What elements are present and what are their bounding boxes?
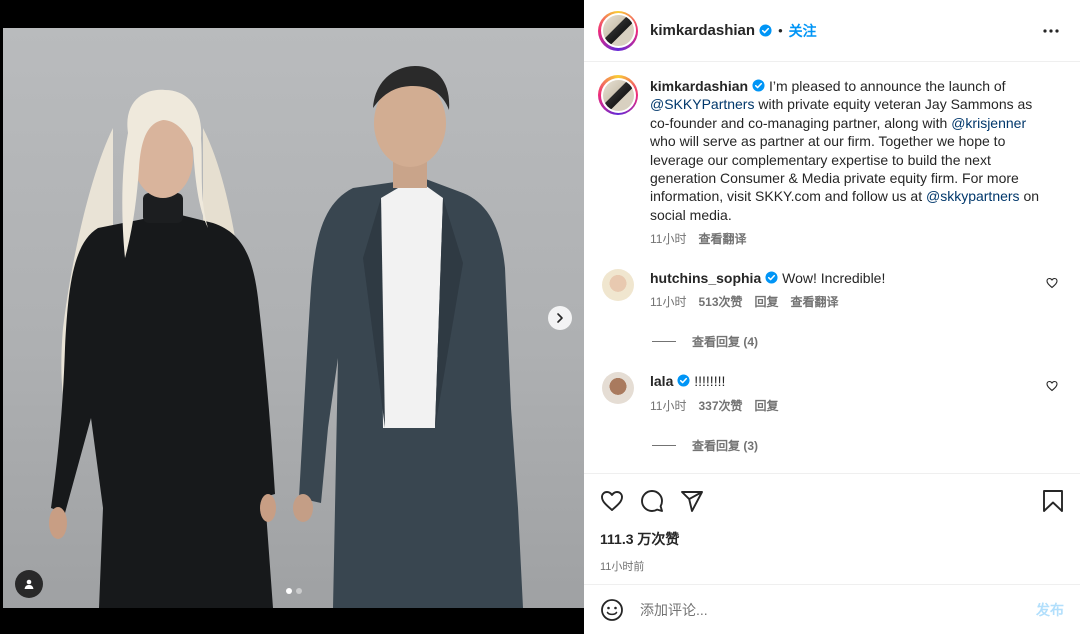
emoji-button[interactable] [600, 598, 624, 622]
comment-time: 11小时 [650, 398, 687, 413]
see-translation-button[interactable]: 查看翻译 [698, 230, 746, 248]
post-comment-button[interactable]: 发布 [1036, 600, 1064, 620]
post-actions: 111.3 万次赞 11小时前 [584, 473, 1080, 574]
author-avatar[interactable] [598, 10, 638, 51]
user-tag-icon [24, 579, 34, 589]
commenter-avatar[interactable] [602, 372, 634, 405]
caption: kimkardashian I’m pleased to announce th… [598, 75, 1066, 249]
chevron-right-icon [557, 313, 563, 323]
bookmark-icon [1043, 490, 1063, 512]
heart-icon [601, 491, 623, 511]
comment-likes[interactable]: 513次赞 [698, 293, 742, 311]
next-photo-button[interactable] [548, 306, 572, 330]
post-header: kimkardashian • 关注 [584, 0, 1080, 62]
post-detail-panel: kimkardashian • 关注 kimkardashian I’m ple… [584, 0, 1080, 634]
comment-item: hutchins_sophia Wow! Incredible! 11小时 51… [598, 268, 1066, 312]
replies-line [652, 445, 676, 447]
carousel-indicator [286, 588, 302, 594]
caption-author-avatar[interactable] [598, 75, 638, 115]
comment-like-heart-icon[interactable] [1046, 277, 1058, 289]
comment-button[interactable] [640, 489, 664, 513]
comment-like-heart-icon[interactable] [1046, 380, 1058, 392]
caption-time: 11小时 [650, 232, 687, 247]
commenter-username[interactable]: lala [650, 373, 673, 389]
comment-item: lala !!!!!!!! 11小时 337次赞 回复 [598, 372, 1066, 415]
post-media [0, 0, 584, 634]
emoji-icon [601, 598, 623, 621]
comment-text: !!!!!!!! [694, 373, 726, 390]
more-options-icon[interactable] [1042, 20, 1060, 42]
post-photo[interactable] [3, 28, 584, 608]
tagged-users-button[interactable] [15, 570, 43, 598]
commenter-avatar[interactable] [602, 268, 634, 301]
see-translation-button[interactable]: 查看翻译 [791, 293, 839, 311]
verified-badge-icon [677, 374, 690, 388]
view-replies-button[interactable]: 查看回复 (4) [652, 333, 1066, 350]
reply-button[interactable]: 回复 [755, 293, 779, 311]
save-button[interactable] [1042, 489, 1064, 513]
carousel-dot [286, 588, 292, 594]
carousel-dot [296, 588, 302, 594]
caption-username[interactable]: kimkardashian [650, 78, 748, 94]
comment-likes[interactable]: 337次赞 [698, 397, 742, 415]
mention-link[interactable]: @SKKYPartners [650, 96, 754, 112]
comment-text: Wow! Incredible! [782, 269, 886, 286]
comment-composer: 发布 [584, 584, 1080, 634]
share-button[interactable] [680, 489, 704, 513]
view-replies-label: 查看回复 (3) [692, 439, 759, 454]
mention-link[interactable]: @skkypartners [926, 188, 1020, 204]
verified-badge-icon [759, 24, 772, 37]
commenter-username[interactable]: hutchins_sophia [650, 270, 761, 286]
reply-button[interactable]: 回复 [755, 397, 779, 415]
post-timestamp: 11小时前 [600, 561, 645, 573]
comment-icon [641, 490, 663, 512]
photo-illustration [49, 66, 523, 608]
comments-section[interactable]: kimkardashian I’m pleased to announce th… [584, 63, 1080, 473]
view-replies-button[interactable]: 查看回复 (3) [652, 437, 1066, 454]
mention-link[interactable]: @krisjenner [951, 115, 1026, 131]
caption-text: I’m pleased to announce the launch of [768, 78, 1006, 94]
comment-time: 11小时 [650, 295, 687, 310]
verified-badge-icon [765, 271, 778, 284]
like-button[interactable] [600, 489, 624, 513]
likes-count[interactable]: 111.3 万次赞 [600, 529, 1064, 549]
view-replies-label: 查看回复 (4) [692, 335, 759, 350]
follow-button[interactable]: 关注 [789, 21, 817, 41]
author-username[interactable]: kimkardashian [650, 22, 755, 39]
verified-badge-icon [752, 79, 765, 92]
replies-line [652, 341, 676, 343]
share-icon [681, 491, 703, 512]
comment-input[interactable] [640, 601, 1036, 618]
separator-dot: • [778, 23, 783, 38]
